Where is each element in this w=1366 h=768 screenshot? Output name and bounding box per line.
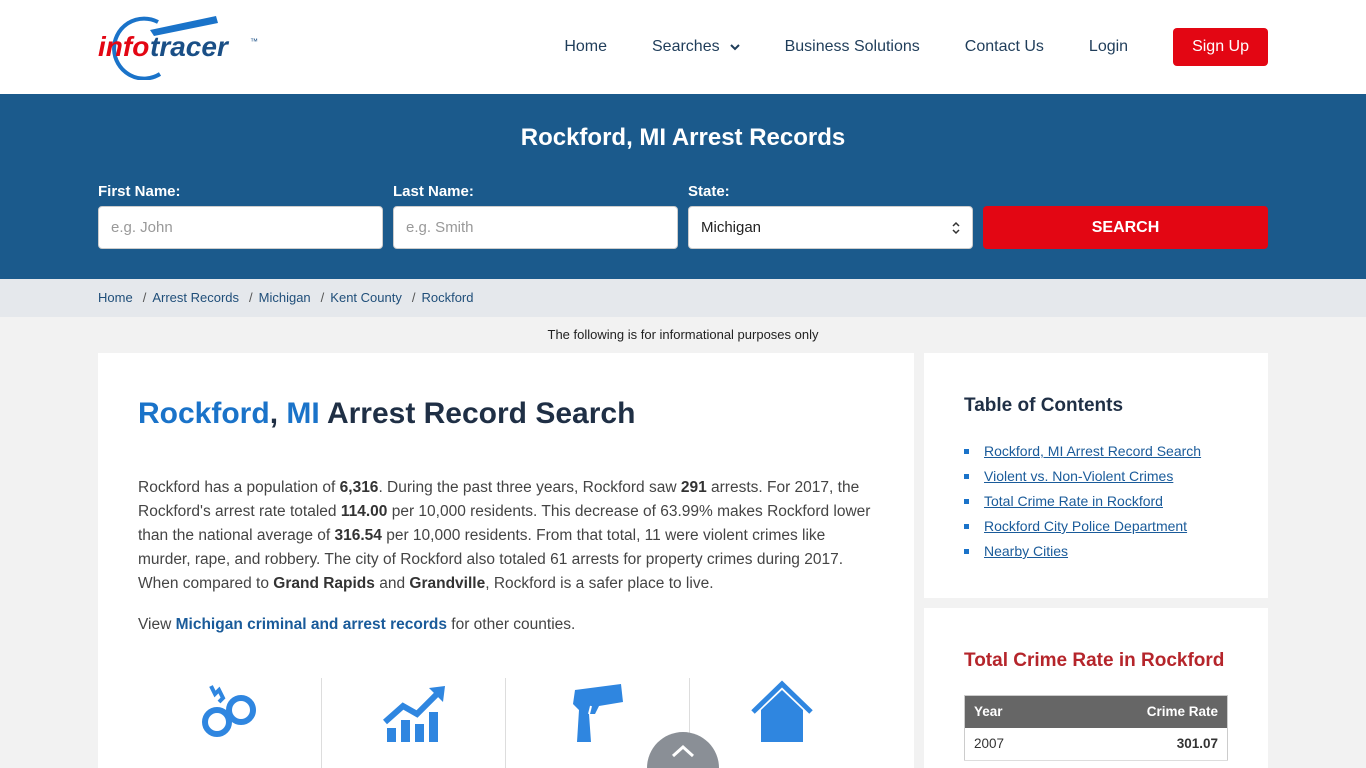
stat-col-trend [322, 678, 506, 768]
logo-info-text: info [98, 31, 149, 62]
state-select[interactable]: Michigan [688, 206, 973, 249]
toc-item: Violent vs. Non-Violent Crimes [964, 464, 1201, 489]
signup-button[interactable]: Sign Up [1173, 28, 1268, 66]
intro-text: and [374, 575, 410, 592]
col-crime-rate: Crime Rate [1056, 695, 1228, 728]
crime-rate-card: Total Crime Rate in Rockford Year Crime … [924, 608, 1268, 768]
compare-city-2: Grandville [409, 575, 486, 592]
title-comma: , [269, 397, 279, 430]
view-records-line: View Michigan criminal and arrest record… [138, 616, 575, 634]
toc-link-violent[interactable]: Violent vs. Non-Violent Crimes [984, 464, 1173, 489]
population-value: 6,316 [339, 479, 379, 496]
breadcrumb-kent-county[interactable]: Kent County [330, 290, 402, 305]
chart-up-icon [382, 686, 445, 742]
breadcrumb-arrest-records[interactable]: Arrest Records [152, 290, 239, 305]
breadcrumb-rockford: Rockford [421, 290, 474, 305]
table-row: 2007 301.07 [964, 727, 1228, 761]
breadcrumb-home[interactable]: Home [98, 290, 133, 305]
nav-searches-label: Searches [652, 38, 720, 55]
view-prefix: View [138, 616, 176, 633]
row-rate: 301.07 [1056, 727, 1228, 761]
col-year: Year [964, 695, 1057, 728]
toc-title: Table of Contents [964, 395, 1124, 416]
crime-rate-title: Total Crime Rate in Rockford [964, 650, 1225, 671]
house-icon [751, 680, 813, 742]
state-select-value: Michigan [701, 219, 762, 236]
breadcrumb-separator: / [249, 290, 253, 305]
stat-col-arrests [138, 678, 322, 768]
stat-col-property [690, 678, 874, 768]
toc-item: Rockford City Police Department [964, 514, 1201, 539]
section-title: Rockford, MI Arrest Record Search [138, 397, 635, 431]
michigan-records-link[interactable]: Michigan criminal and arrest records [176, 616, 447, 633]
nav-searches[interactable]: Searches [652, 38, 740, 56]
toc-item: Rockford, MI Arrest Record Search [964, 439, 1201, 464]
nav-login[interactable]: Login [1089, 38, 1128, 56]
nav-home[interactable]: Home [564, 38, 607, 56]
logo-tracer-text: tracer [150, 31, 230, 62]
title-city: Rockford [138, 397, 270, 430]
arrest-rate-value: 114.00 [340, 503, 388, 520]
toc-link-nearby[interactable]: Nearby Cities [984, 539, 1068, 564]
crime-rate-table: Year Crime Rate 2007 301.07 [964, 695, 1228, 761]
toc-link-arrest-search[interactable]: Rockford, MI Arrest Record Search [984, 439, 1201, 464]
view-suffix: for other counties. [446, 616, 576, 633]
search-hero: Rockford, MI Arrest Records First Name: … [0, 94, 1366, 279]
top-navbar: info tracer ™ Home Searches Business Sol… [0, 0, 1366, 94]
arrests-value: 291 [680, 479, 707, 496]
compare-city-1: Grand Rapids [273, 575, 375, 592]
breadcrumb: Home / Arrest Records / Michigan / Kent … [0, 279, 1366, 317]
intro-text: Rockford has a population of [138, 479, 340, 496]
national-average-value: 316.54 [334, 527, 382, 544]
table-of-contents-card: Table of Contents Rockford, MI Arrest Re… [924, 353, 1268, 598]
nav-business-solutions[interactable]: Business Solutions [785, 38, 920, 56]
intro-paragraph: Rockford has a population of 6,316. Duri… [138, 476, 873, 596]
row-year: 2007 [964, 727, 1057, 761]
select-arrows-icon [952, 221, 960, 234]
toc-link-police[interactable]: Rockford City Police Department [984, 514, 1187, 539]
last-name-input[interactable]: e.g. Smith [393, 206, 678, 249]
infotracer-logo[interactable]: info tracer ™ [98, 14, 263, 81]
title-rest: Arrest Record Search [326, 397, 636, 430]
logo-tm: ™ [250, 37, 258, 46]
first-name-label: First Name: [98, 183, 181, 200]
title-state: MI [286, 397, 320, 430]
intro-text: , Rockford is a safer place to live. [485, 575, 714, 592]
chevron-down-icon [729, 44, 740, 51]
page-title: Rockford, MI Arrest Records [520, 124, 846, 151]
breadcrumb-separator: / [411, 290, 416, 305]
handcuffs-icon [201, 685, 256, 737]
toc-item: Nearby Cities [964, 539, 1201, 564]
stat-icons-row [138, 678, 874, 768]
breadcrumb-separator: / [142, 290, 147, 305]
table-header-row: Year Crime Rate [964, 695, 1228, 728]
breadcrumb-separator: / [320, 290, 325, 305]
breadcrumb-michigan[interactable]: Michigan [259, 290, 311, 305]
toc-item: Total Crime Rate in Rockford [964, 489, 1201, 514]
first-name-input[interactable]: e.g. John [98, 206, 383, 249]
nav-contact-us[interactable]: Contact Us [965, 38, 1044, 56]
gun-icon [572, 684, 623, 742]
search-button[interactable]: SEARCH [983, 206, 1268, 249]
toc-link-crime-rate[interactable]: Total Crime Rate in Rockford [984, 489, 1163, 514]
last-name-label: Last Name: [393, 183, 474, 200]
main-content-card: Rockford, MI Arrest Record Search Rockfo… [98, 353, 914, 768]
toc-list: Rockford, MI Arrest Record Search Violen… [964, 439, 1201, 564]
info-disclaimer: The following is for informational purpo… [547, 327, 819, 342]
state-label: State: [688, 183, 730, 200]
intro-text: . During the past three years, Rockford … [378, 479, 681, 496]
chevron-up-icon [671, 744, 695, 758]
main-nav: Home Searches Business Solutions Contact… [519, 28, 1268, 66]
